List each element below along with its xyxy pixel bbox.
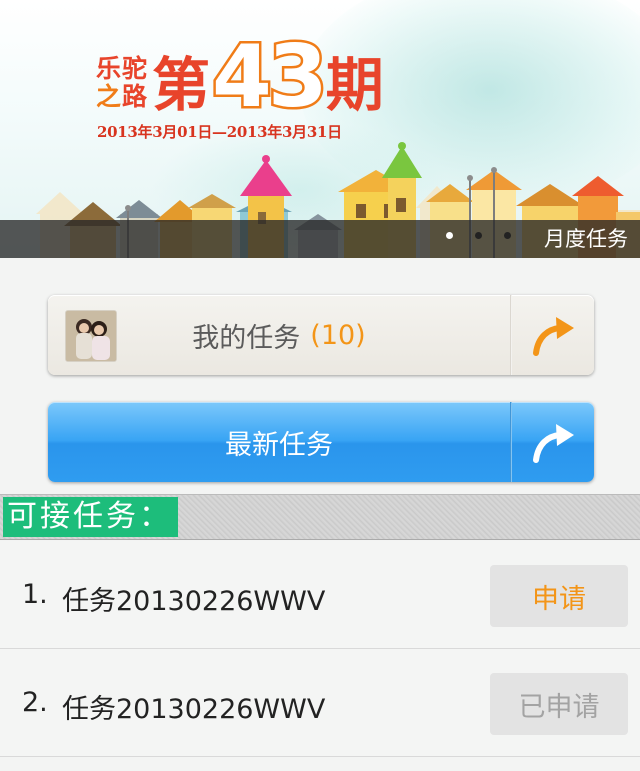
curved-arrow-icon[interactable]	[530, 315, 576, 357]
issue-number: 43	[210, 27, 331, 127]
new-tasks-button[interactable]: 最新任务	[48, 402, 594, 482]
applied-button: 已申请	[490, 673, 628, 735]
brand-char: 之	[96, 82, 122, 111]
task-name: 任务20130226WWV	[62, 586, 326, 617]
my-tasks-label-wrap: 我的任务 (10)	[48, 295, 510, 375]
task-list: 1. 任务20130226WWV 申请 2. 任务20130226WWV 已申请	[0, 541, 640, 757]
curved-arrow-icon[interactable]	[530, 422, 576, 464]
button-divider	[510, 295, 512, 375]
my-tasks-label: 我的任务	[192, 322, 301, 354]
new-tasks-label: 最新任务	[225, 429, 333, 461]
task-index: 1.	[22, 579, 48, 610]
available-tasks-header: 可接任务：	[0, 494, 640, 540]
brand-char: 路	[122, 82, 148, 111]
carousel-indicator[interactable]	[446, 232, 511, 239]
my-tasks-button[interactable]: 我的任务 (10)	[48, 295, 594, 375]
issue-suffix: 期	[325, 51, 384, 119]
brand-char: 乐	[96, 54, 122, 83]
carousel-dot[interactable]	[446, 232, 453, 239]
task-name: 任务20130226WWV	[62, 694, 326, 725]
issue-prefix: 第	[152, 51, 211, 119]
promo-banner[interactable]: 乐 驼 之 路 第 43 期 2013年3月01日—2013年3月31日 月度任…	[0, 0, 640, 258]
task-index: 2.	[22, 687, 48, 718]
issue-title: 第 43 期	[152, 27, 384, 127]
apply-button[interactable]: 申请	[490, 565, 628, 627]
my-tasks-count: (10)	[310, 319, 366, 351]
list-item: 1. 任务20130226WWV 申请	[0, 541, 640, 649]
carousel-dot[interactable]	[475, 232, 482, 239]
banner-caption: 月度任务	[544, 227, 628, 251]
brand-logo: 乐 驼 之 路	[96, 56, 148, 112]
button-divider	[510, 402, 512, 482]
date-range: 2013年3月01日—2013年3月31日	[97, 123, 342, 141]
banner-caption-bar: 月度任务	[0, 220, 640, 258]
list-item: 2. 任务20130226WWV 已申请	[0, 649, 640, 757]
carousel-dot[interactable]	[504, 232, 511, 239]
section-title: 可接任务：	[3, 497, 178, 537]
brand-char: 驼	[122, 54, 148, 83]
